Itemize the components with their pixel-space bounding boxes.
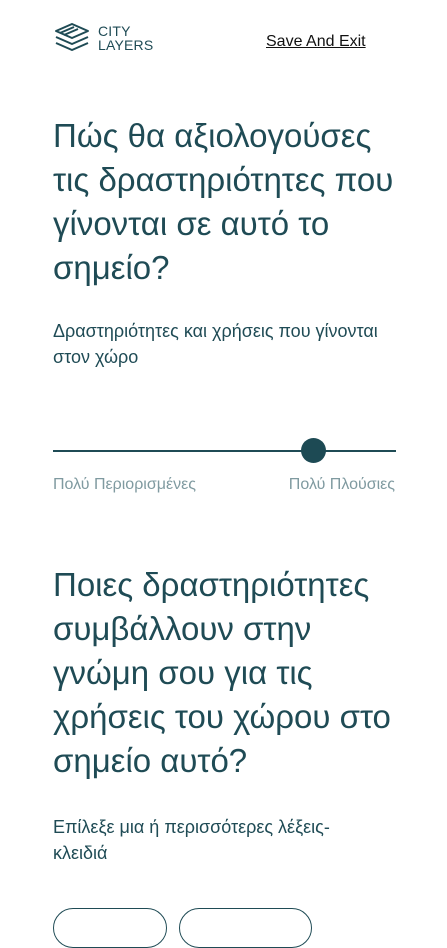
logo-line-2: LAYERS [98,37,154,53]
city-layers-logo[interactable]: CITY LAYERS [53,22,153,54]
question-2-title: Ποιες δραστηριότητες συμβάλλουν στην γνώ… [53,566,391,779]
logo-text: CITY LAYERS [98,24,153,52]
keyword-chip[interactable] [179,908,312,948]
save-and-exit-link[interactable]: Save And Exit [266,33,366,51]
rating-slider[interactable] [53,438,396,464]
question-1-subtitle: Δραστηριότητες και χρήσεις που γίνονται … [53,321,378,367]
question-2-subtitle: Επίλεξε μια ή περισσότερες λέξεις-κλειδι… [53,817,330,863]
logo-line-1: CITY [98,23,131,39]
layers-icon [55,23,89,51]
slider-max-label: Πολύ Πλούσιες [288,476,395,493]
slider-track[interactable] [53,450,396,452]
keyword-chip[interactable] [53,908,167,948]
slider-min-label: Πολύ Περιορισμένες [53,476,196,493]
header: CITY LAYERS Save And Exit [0,0,447,80]
question-1-title: Πώς θα αξιολογούσες τις δραστηριότητες π… [53,117,394,286]
slider-thumb[interactable] [301,438,327,463]
